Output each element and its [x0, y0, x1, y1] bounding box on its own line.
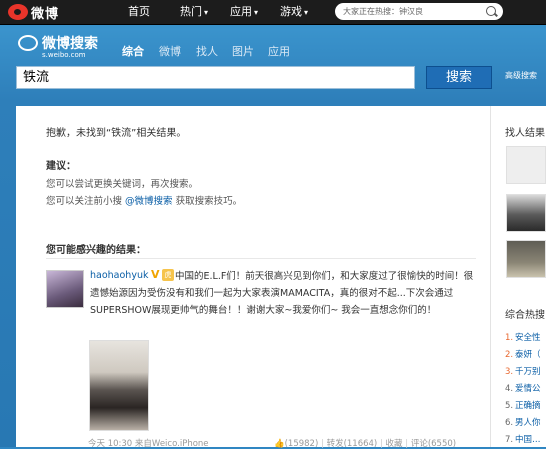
search-button[interactable]: 搜索 [426, 66, 492, 89]
hot-search-item[interactable]: 3. 千万别 [505, 365, 541, 377]
tab-people[interactable]: 找人 [196, 43, 218, 59]
chevron-down-icon: ▾ [204, 8, 209, 17]
weibo-search-account-link[interactable]: @微博搜索 [125, 196, 173, 207]
nav-home[interactable]: 首页 [128, 0, 150, 24]
hot-search-item[interactable]: 2. 泰妍（ [505, 348, 541, 360]
chevron-down-icon: ▾ [304, 8, 309, 17]
post-actions: 👍(15982) | 转发(11664) | 收藏 | 评论(6550) [274, 439, 457, 449]
weibo-logo[interactable]: 微博 [8, 3, 60, 22]
weibo-eye-icon [18, 35, 38, 51]
like-count[interactable]: (15982) [285, 439, 319, 449]
chevron-down-icon: ▾ [254, 8, 259, 17]
top-search-placeholder: 大家正在热搜：钟汉良 [343, 7, 423, 16]
search-brand-title: 微博搜索 [42, 36, 98, 52]
comment-button[interactable]: 评论(6550) [411, 439, 456, 449]
tiger-tag-icon: 虎 [162, 269, 174, 281]
post-photo[interactable] [89, 340, 149, 431]
verified-badge-icon: V [151, 268, 160, 281]
post-meta: 今天 10:30 来自Weico.iPhone 👍(15982) | 转发(11… [88, 437, 478, 449]
section-divider [46, 258, 476, 259]
top-search-input[interactable]: 大家正在热搜：钟汉良 [335, 3, 503, 20]
suggestion-follow-text: 您可以关注前小搜 @微博搜索 获取搜索技巧。 [46, 196, 243, 207]
people-results-title: 找人结果 [505, 128, 545, 139]
suggestion-text: 您可以尝试更换关键词，再次搜索。 [46, 179, 199, 190]
post-source[interactable]: 来自Weico.iPhone [135, 439, 209, 449]
nav-apps[interactable]: 应用 ▾ [230, 0, 258, 24]
nav-hot[interactable]: 热门 ▾ [180, 0, 208, 24]
interest-section-title: 您可能感兴趣的结果： [46, 245, 146, 256]
search-input[interactable]: 铁流 [16, 66, 415, 89]
favorite-button[interactable]: 收藏 [386, 439, 403, 449]
repost-button[interactable]: 转发(11664) [327, 439, 378, 449]
top-navigation-bar: 微博 首页 热门 ▾ 应用 ▾ 游戏 ▾ 大家正在热搜：钟汉良 [0, 0, 546, 25]
hot-search-item[interactable]: 1. 安全性 [505, 331, 541, 343]
nav-games[interactable]: 游戏 ▾ [280, 0, 308, 24]
post-username[interactable]: haohaohyuk [90, 270, 148, 281]
tab-weibo[interactable]: 微博 [159, 43, 181, 59]
column-divider [490, 106, 491, 447]
search-brand-subtitle: s.weibo.com [42, 51, 86, 59]
suggestion-title: 建议： [46, 161, 76, 172]
logo-text: 微博 [31, 6, 60, 22]
hot-search-title: 综合热搜 [505, 310, 545, 321]
hot-search-item[interactable]: 5. 正确摘 [505, 399, 541, 411]
person-thumbnail[interactable] [506, 146, 546, 184]
hot-search-item[interactable]: 4. 爱情公 [505, 382, 541, 394]
tab-all[interactable]: 综合 [122, 43, 144, 59]
hot-search-item[interactable]: 7. 中国… [505, 433, 541, 445]
tab-apps[interactable]: 应用 [268, 43, 290, 59]
tab-images[interactable]: 图片 [232, 43, 254, 59]
no-results-message: 抱歉，未找到“铁流”相关结果。 [46, 128, 187, 139]
avatar[interactable] [46, 270, 84, 308]
weibo-eye-icon [8, 4, 28, 20]
person-thumbnail[interactable] [506, 240, 546, 278]
search-icon[interactable] [486, 6, 496, 16]
like-icon[interactable]: 👍 [274, 439, 285, 449]
post-time[interactable]: 今天 10:30 [88, 439, 132, 449]
person-thumbnail[interactable] [506, 194, 546, 232]
hot-search-item[interactable]: 6. 男人你 [505, 416, 541, 428]
advanced-search-link[interactable]: 高级搜索 [505, 70, 537, 81]
results-panel: 抱歉，未找到“铁流”相关结果。 建议： 您可以尝试更换关键词，再次搜索。 您可以… [16, 106, 546, 449]
